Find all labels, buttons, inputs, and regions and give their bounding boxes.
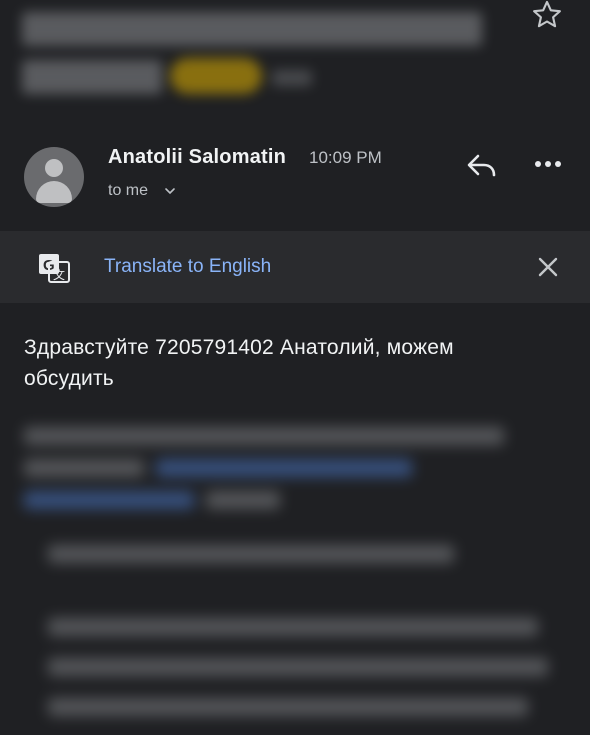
close-icon[interactable] <box>535 254 561 280</box>
subject-line <box>22 12 482 46</box>
subject-line <box>272 70 312 86</box>
svg-text:文: 文 <box>53 267 65 282</box>
person-avatar-icon[interactable] <box>24 147 84 207</box>
email-subject-blurred <box>22 0 492 110</box>
message-body: Здравстуйте 7205791402 Анатолий, можем о… <box>24 336 454 390</box>
translate-bar: G 文 Translate to English <box>0 231 590 303</box>
message-time: 10:09 PM <box>309 148 382 167</box>
message-header: Anatolii Salomatin 10:09 PM to me <box>0 130 590 220</box>
chevron-down-icon[interactable] <box>164 186 176 196</box>
label-chip <box>170 58 262 94</box>
google-translate-icon: G 文 <box>39 254 70 283</box>
recipient-details-toggle[interactable]: to me <box>108 182 148 200</box>
star-outline-icon[interactable] <box>530 0 564 32</box>
subject-line <box>22 60 162 94</box>
sender-name[interactable]: Anatolii Salomatin <box>108 146 286 169</box>
translate-to-english-link[interactable]: Translate to English <box>104 256 271 278</box>
more-horizontal-icon[interactable] <box>532 152 564 176</box>
quoted-text-blurred <box>0 415 590 735</box>
reply-icon[interactable] <box>462 148 502 182</box>
